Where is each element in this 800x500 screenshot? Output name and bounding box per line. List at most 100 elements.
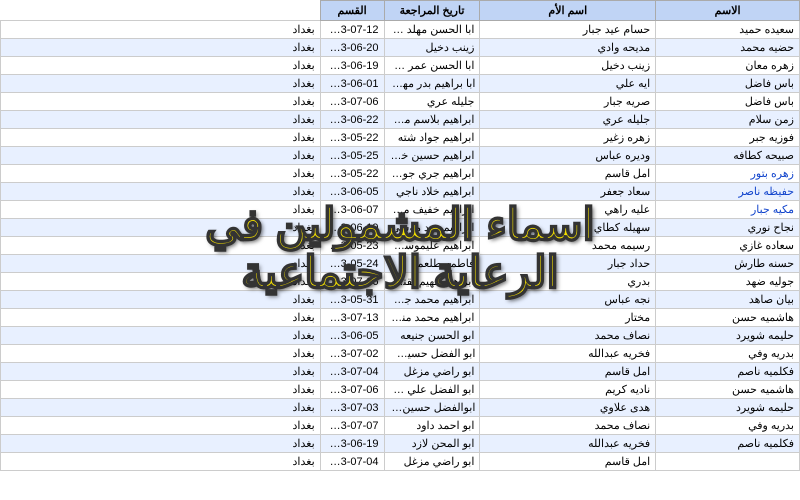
- table-wrapper: الاسم اسم الأم تاريخ المراجعة القسم سعيد…: [0, 0, 800, 500]
- table-row: بغداد: [1, 399, 321, 417]
- table-row: ابو الفضل علي سالم: [384, 381, 480, 399]
- table-row: بغداد: [1, 273, 321, 291]
- table-row: 2023-05-22: [320, 165, 384, 183]
- table-row: عليه راهي: [480, 201, 656, 219]
- table-row: فكلميه ناصم: [656, 435, 800, 453]
- table-row: بيان صاهد: [656, 291, 800, 309]
- table-row: رسيمه محمد: [480, 237, 656, 255]
- table-row: بغداد: [1, 21, 321, 39]
- table-row: [656, 453, 800, 471]
- table-row: ابا براهيم بدر مهدوس: [384, 75, 480, 93]
- table-row: 2023-05-31: [320, 291, 384, 309]
- table-row: بغداد: [1, 93, 321, 111]
- table-row: صبيحه كطافه: [656, 147, 800, 165]
- table-row: 2023-06-19: [320, 435, 384, 453]
- table-row: بغداد: [1, 291, 321, 309]
- table-row: امل قاسم: [480, 363, 656, 381]
- table-row: زهره بتور: [656, 165, 800, 183]
- table-row: ابراهيم محمد جري محنبل: [384, 291, 480, 309]
- table-row: باس فاضل: [656, 75, 800, 93]
- table-row: ناديه كريم: [480, 381, 656, 399]
- table-row: حسام عيد جبار: [480, 21, 656, 39]
- table-row: ابو احمد داود: [384, 417, 480, 435]
- table-row: 2023-07-06: [320, 273, 384, 291]
- table-row: بغداد: [1, 201, 321, 219]
- table-row: بغداد: [1, 255, 321, 273]
- table-row: وديره عباس: [480, 147, 656, 165]
- table-row: امل قاسم: [480, 165, 656, 183]
- table-row: بغداد: [1, 75, 321, 93]
- table-row: ابراهيم فهيم لقتر لقنه: [384, 273, 480, 291]
- table-row: ابا الحسن عمر مالك: [384, 57, 480, 75]
- header-city: القسم: [320, 1, 384, 21]
- table-row: باس فاضل: [656, 93, 800, 111]
- table-row: امل قاسم: [480, 453, 656, 471]
- table-row: مكيه جبار: [656, 201, 800, 219]
- table-row: 2023-06-19: [320, 57, 384, 75]
- table-row: 2023-05-23: [320, 237, 384, 255]
- table-row: نجه عباس: [480, 291, 656, 309]
- table-row: بغداد: [1, 237, 321, 255]
- table-row: بدريه وفي: [656, 345, 800, 363]
- table-row: بغداد: [1, 111, 321, 129]
- table-row: 2023-06-22: [320, 111, 384, 129]
- table-row: فخريه عبدالله: [480, 435, 656, 453]
- table-row: بدري: [480, 273, 656, 291]
- main-container: الاسم اسم الأم تاريخ المراجعة القسم سعيد…: [0, 0, 800, 500]
- table-row: بغداد: [1, 129, 321, 147]
- table-row: 2023-07-03: [320, 399, 384, 417]
- table-row: بغداد: [1, 453, 321, 471]
- table-row: بغداد: [1, 363, 321, 381]
- table-row: 2023-06-20: [320, 39, 384, 57]
- header-name: الاسم: [656, 1, 800, 21]
- table-row: حضيه محمد: [656, 39, 800, 57]
- table-row: ابو المحن لازد: [384, 435, 480, 453]
- table-row: بغداد: [1, 39, 321, 57]
- table-row: سعاد جعفر: [480, 183, 656, 201]
- table-row: 2023-07-07: [320, 417, 384, 435]
- table-row: 2023-07-13: [320, 309, 384, 327]
- data-table: الاسم اسم الأم تاريخ المراجعة القسم سعيد…: [0, 0, 800, 471]
- table-row: جوليه ضهد: [656, 273, 800, 291]
- header-mother: اسم الأم: [480, 1, 656, 21]
- table-row: هاشميه حسن: [656, 309, 800, 327]
- table-row: بغداد: [1, 381, 321, 399]
- table-row: 2023-05-25: [320, 147, 384, 165]
- table-row: نصاف محمد: [480, 327, 656, 345]
- table-row: زهره معان: [656, 57, 800, 75]
- table-row: زينب دخيل: [384, 39, 480, 57]
- table-row: ابراهيم بلاسم مويح: [384, 111, 480, 129]
- table-row: مديحه وادي: [480, 39, 656, 57]
- table-row: ابراهيم خلاد ناجي: [384, 183, 480, 201]
- table-row: مختار: [480, 309, 656, 327]
- table-row: فوزيه جبر: [656, 129, 800, 147]
- table-row: 2023-06-07: [320, 201, 384, 219]
- table-row: 2023-06-01: [320, 75, 384, 93]
- table-row: 2023-07-04: [320, 363, 384, 381]
- table-row: ايه علي: [480, 75, 656, 93]
- table-row: بغداد: [1, 165, 321, 183]
- table-row: ابراهيم محمد منهل: [384, 309, 480, 327]
- table-row: بغداد: [1, 219, 321, 237]
- table-row: ابو الحسن جنيعه: [384, 327, 480, 345]
- table-row: ابراهيم خفيف ماضي: [384, 201, 480, 219]
- table-row: 2023-07-02: [320, 345, 384, 363]
- table-row: جليله عري: [384, 93, 480, 111]
- table-row: سهيله كطاي: [480, 219, 656, 237]
- table-row: ابراهيم عبد موسى: [384, 219, 480, 237]
- table-row: ابراهيم عليموسى ناصر: [384, 237, 480, 255]
- table-row: زمن سلام: [656, 111, 800, 129]
- table-row: 2023-06-05: [320, 327, 384, 345]
- table-row: حسنه طارش: [656, 255, 800, 273]
- table-row: فكلميه ناصم: [656, 363, 800, 381]
- table-row: بغداد: [1, 435, 321, 453]
- table-row: بغداد: [1, 345, 321, 363]
- table-row: 2023-07-12: [320, 21, 384, 39]
- table-row: جليله عري: [480, 111, 656, 129]
- table-row: بدريه وفي: [656, 417, 800, 435]
- table-row: ابو راضي مزغل: [384, 453, 480, 471]
- table-row: 2023-07-06: [320, 93, 384, 111]
- table-row: 2023-06-19: [320, 219, 384, 237]
- table-row: فخريه عبدالله: [480, 345, 656, 363]
- table-row: بغداد: [1, 183, 321, 201]
